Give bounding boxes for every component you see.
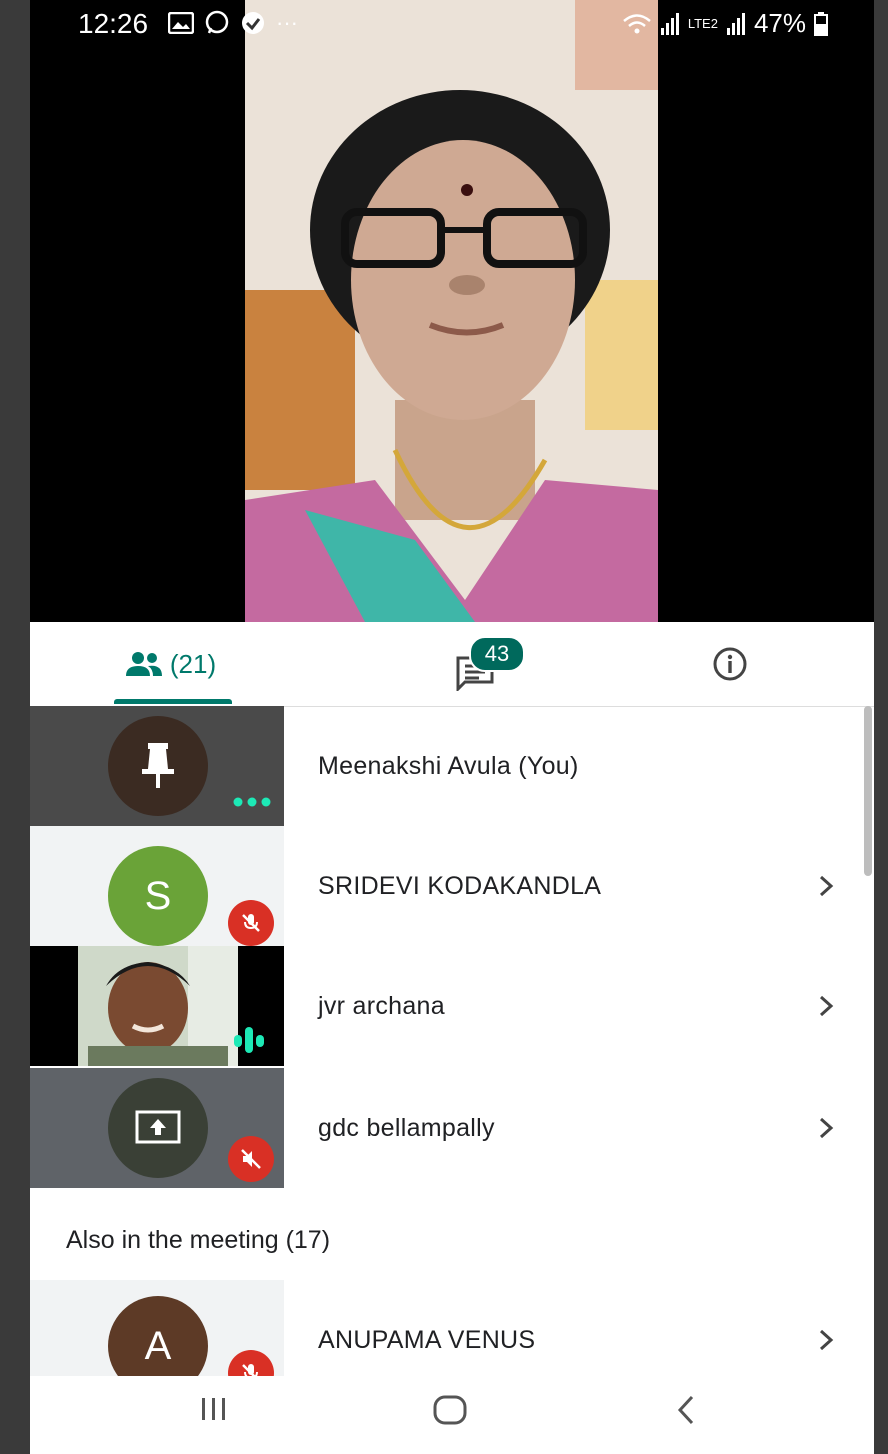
chevron-right-icon[interactable] <box>816 826 836 946</box>
check-shield-icon <box>242 12 264 34</box>
back-icon <box>677 1395 694 1425</box>
speaking-indicator-icon <box>234 1027 264 1053</box>
participant-tile <box>30 946 284 1066</box>
status-bar: 12:26 ··· LTE2 47% <box>30 0 874 50</box>
android-nav-bar <box>30 1376 874 1454</box>
also-in-meeting-heading: Also in the meeting (17) <box>66 1226 331 1254</box>
avatar-letter: S <box>144 873 172 918</box>
more-notifications-icon: ··· <box>276 10 298 35</box>
signal-icon-2 <box>726 12 745 35</box>
participant-name: jvr archana <box>318 991 445 1020</box>
signal-icon <box>660 12 679 35</box>
participant-tile: S <box>30 826 284 946</box>
recent-apps-icon <box>202 1398 225 1420</box>
battery-percent: 47% <box>753 8 806 38</box>
home-button[interactable] <box>432 1394 468 1431</box>
participant-tile <box>30 1068 284 1188</box>
meet-app: 12:26 ··· LTE2 47% (21) 43 Meenakshi Avu… <box>30 0 874 1454</box>
recent-apps-button[interactable] <box>196 1394 232 1429</box>
list-scrollbar[interactable] <box>864 706 872 876</box>
participant-name: ANUPAMA VENUS <box>318 1325 536 1354</box>
whatsapp-icon <box>205 10 229 34</box>
speaker-video-image <box>245 0 658 622</box>
gallery-icon <box>168 12 194 34</box>
avatar <box>108 1078 208 1178</box>
notification-icons: ··· <box>168 10 298 36</box>
participant-name: Meenakshi Avula (You) <box>318 751 579 780</box>
participant-row[interactable]: gdc bellampally <box>30 1068 874 1188</box>
more-options-icon[interactable] <box>232 796 272 808</box>
avatar-letter: A <box>144 1323 172 1368</box>
chevron-right-icon[interactable] <box>816 1280 836 1376</box>
mic-off-icon <box>228 1350 274 1376</box>
participant-row[interactable]: Meenakshi Avula (You) <box>30 706 874 826</box>
status-right-icons: LTE2 47% <box>622 8 828 39</box>
participant-row[interactable]: jvr archana <box>30 946 874 1066</box>
mic-off-icon <box>228 1136 274 1182</box>
active-tab-indicator <box>114 699 232 704</box>
battery-icon <box>814 11 828 36</box>
screen-share-icon <box>135 1110 181 1144</box>
wifi-icon <box>623 13 651 33</box>
home-icon <box>433 1395 467 1425</box>
people-count: (21) <box>169 648 217 679</box>
mic-off-icon <box>228 900 274 946</box>
tab-info[interactable] <box>690 622 770 706</box>
network-type-label: LTE2 <box>687 16 718 31</box>
speaker-video-feed <box>245 0 658 622</box>
back-button[interactable] <box>674 1394 698 1431</box>
participant-row[interactable]: S SRIDEVI KODAKANDLA <box>30 826 874 946</box>
pin-icon <box>142 743 174 788</box>
main-video-area[interactable]: 12:26 ··· LTE2 47% <box>30 0 874 622</box>
people-icon <box>125 652 162 676</box>
info-icon <box>713 647 747 681</box>
chevron-right-icon[interactable] <box>816 1068 836 1188</box>
participant-row[interactable]: A ANUPAMA VENUS <box>30 1280 874 1376</box>
chat-unread-badge: 43 <box>469 636 525 672</box>
participant-video-feed <box>78 946 238 1066</box>
status-time: 12:26 <box>78 8 149 39</box>
participant-tile: A <box>30 1280 284 1376</box>
panel-tabs: (21) 43 <box>30 622 874 707</box>
avatar: S <box>108 846 208 946</box>
participant-name: SRIDEVI KODAKANDLA <box>318 871 602 900</box>
tab-chat[interactable]: 43 <box>410 622 540 706</box>
tab-people[interactable]: (21) <box>90 622 250 706</box>
participant-tile <box>30 706 284 826</box>
avatar: A <box>108 1296 208 1376</box>
chevron-right-icon[interactable] <box>816 946 836 1066</box>
participant-name: gdc bellampally <box>318 1113 495 1142</box>
avatar <box>108 716 208 816</box>
